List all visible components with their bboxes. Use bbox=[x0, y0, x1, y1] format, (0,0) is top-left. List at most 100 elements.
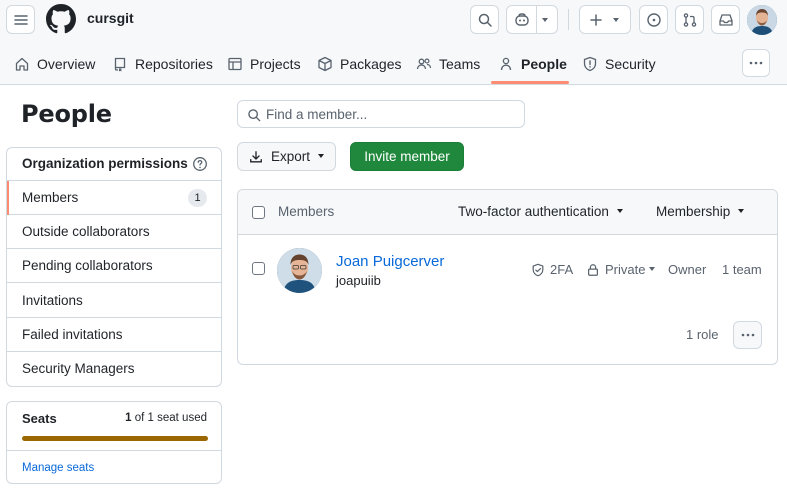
seats-progress-bar bbox=[22, 436, 208, 441]
sidebar-item-members[interactable]: Members 1 bbox=[7, 181, 221, 215]
tab-label: Overview bbox=[37, 56, 96, 72]
sidebar-item-label: Outside collaborators bbox=[22, 224, 150, 239]
chevron-down-icon bbox=[616, 209, 623, 214]
kebab-horizontal-icon bbox=[740, 327, 756, 343]
row-checkbox[interactable] bbox=[252, 262, 265, 275]
search-button[interactable] bbox=[470, 5, 499, 34]
visibility-dropdown[interactable]: Private bbox=[586, 262, 656, 277]
row-actions-button[interactable] bbox=[733, 321, 762, 349]
sidebar-item-label: Pending collaborators bbox=[22, 258, 153, 273]
membership-filter[interactable]: Membership bbox=[656, 204, 745, 219]
issues-button[interactable] bbox=[639, 5, 668, 34]
member-name-link[interactable]: Joan Puigcerver bbox=[336, 253, 444, 270]
export-button[interactable]: Export bbox=[237, 142, 336, 171]
select-all-checkbox[interactable] bbox=[252, 206, 265, 219]
create-new-button[interactable] bbox=[579, 5, 631, 34]
table-icon bbox=[227, 56, 243, 72]
find-member-search[interactable] bbox=[237, 100, 525, 128]
header-divider bbox=[568, 9, 569, 30]
chevron-down-icon bbox=[613, 18, 619, 22]
copilot-button[interactable] bbox=[506, 5, 558, 34]
org-header: cursgit Overview Repositories Projects P… bbox=[0, 0, 787, 85]
sidebar-item-security-managers[interactable]: Security Managers bbox=[7, 352, 221, 386]
export-label: Export bbox=[271, 149, 311, 164]
org-name[interactable]: cursgit bbox=[87, 10, 134, 26]
lock-icon bbox=[586, 263, 600, 277]
sidebar-item-pending-collaborators[interactable]: Pending collaborators bbox=[7, 249, 221, 283]
member-role: Owner bbox=[668, 262, 707, 277]
divider bbox=[7, 450, 221, 451]
members-table: Members Two-factor authentication Member… bbox=[237, 189, 778, 365]
button-divider bbox=[536, 6, 537, 33]
role-count: 1 role bbox=[686, 327, 719, 342]
membership-filter-label: Membership bbox=[656, 204, 731, 219]
menu-button[interactable] bbox=[6, 5, 35, 34]
shield-icon bbox=[582, 56, 598, 72]
tab-label: Repositories bbox=[135, 56, 213, 72]
two-factor-filter-label: Two-factor authentication bbox=[458, 204, 609, 219]
table-header: Members Two-factor authentication Member… bbox=[238, 190, 777, 235]
member-login: joapuiib bbox=[336, 273, 381, 288]
chevron-down-icon[interactable] bbox=[542, 18, 548, 22]
tab-overview[interactable]: Overview bbox=[8, 44, 101, 84]
plus-icon bbox=[588, 12, 604, 28]
chevron-down-icon bbox=[738, 209, 745, 214]
github-logo-icon[interactable] bbox=[46, 4, 76, 34]
person-icon bbox=[498, 56, 514, 72]
issue-icon bbox=[646, 12, 662, 28]
tab-teams[interactable]: Teams bbox=[410, 44, 486, 84]
sidebar-item-label: Invitations bbox=[22, 293, 83, 308]
seats-used-text: 1 of 1 seat used bbox=[125, 412, 207, 424]
tab-label: People bbox=[521, 56, 567, 72]
people-sidebar-nav: Organization permissions Members 1 Outsi… bbox=[6, 147, 222, 387]
active-tab-indicator bbox=[491, 81, 569, 84]
seats-used-suffix: of 1 seat used bbox=[134, 412, 207, 424]
col-members-header: Members bbox=[278, 204, 335, 219]
people-icon bbox=[416, 56, 432, 72]
sidebar-item-invitations[interactable]: Invitations bbox=[7, 284, 221, 318]
repo-icon bbox=[112, 56, 128, 72]
tab-repositories[interactable]: Repositories bbox=[106, 44, 219, 84]
inbox-button[interactable] bbox=[711, 5, 740, 34]
copilot-icon bbox=[514, 12, 530, 28]
shield-check-icon bbox=[531, 263, 545, 277]
sidebar-item-label: Members bbox=[22, 190, 79, 205]
tab-packages[interactable]: Packages bbox=[311, 44, 407, 84]
search-input[interactable] bbox=[266, 105, 516, 123]
hamburger-icon bbox=[13, 12, 29, 28]
sidebar-item-label: Security Managers bbox=[22, 361, 135, 376]
sidebar-item-label: Failed invitations bbox=[22, 327, 123, 342]
sidebar-item-outside-collaborators[interactable]: Outside collaborators bbox=[7, 215, 221, 249]
tab-label: Security bbox=[605, 56, 656, 72]
tab-people[interactable]: People bbox=[492, 44, 573, 84]
nav-heading-label: Organization permissions bbox=[22, 156, 188, 171]
invite-member-button[interactable]: Invite member bbox=[350, 142, 464, 171]
member-count-badge: 1 bbox=[188, 189, 207, 207]
sidebar-item-failed-invitations[interactable]: Failed invitations bbox=[7, 318, 221, 352]
pull-requests-button[interactable] bbox=[675, 5, 704, 34]
tab-label: Teams bbox=[439, 56, 481, 72]
tab-security[interactable]: Security bbox=[576, 44, 662, 84]
two-factor-filter[interactable]: Two-factor authentication bbox=[458, 204, 623, 219]
chevron-down-icon bbox=[649, 266, 656, 271]
kebab-horizontal-icon bbox=[748, 55, 764, 71]
team-count-link[interactable]: 1 team bbox=[722, 262, 762, 277]
tab-projects[interactable]: Projects bbox=[221, 44, 307, 84]
seats-title: Seats bbox=[22, 411, 57, 426]
home-icon bbox=[14, 56, 30, 72]
package-icon bbox=[317, 56, 333, 72]
member-avatar[interactable] bbox=[277, 248, 322, 293]
visibility-label: Private bbox=[605, 262, 646, 277]
tab-label: Projects bbox=[250, 56, 301, 72]
inbox-icon bbox=[718, 12, 734, 28]
tab-label: Packages bbox=[340, 56, 402, 72]
download-icon bbox=[249, 150, 263, 164]
seats-panel: Seats 1 of 1 seat used Manage seats bbox=[6, 401, 222, 484]
nav-heading: Organization permissions bbox=[7, 148, 221, 181]
more-options-button[interactable] bbox=[742, 49, 770, 77]
user-avatar[interactable] bbox=[747, 5, 777, 35]
search-icon bbox=[477, 12, 493, 28]
question-icon[interactable] bbox=[192, 156, 208, 172]
seats-used-count: 1 bbox=[125, 412, 132, 424]
manage-seats-link[interactable]: Manage seats bbox=[22, 462, 94, 474]
